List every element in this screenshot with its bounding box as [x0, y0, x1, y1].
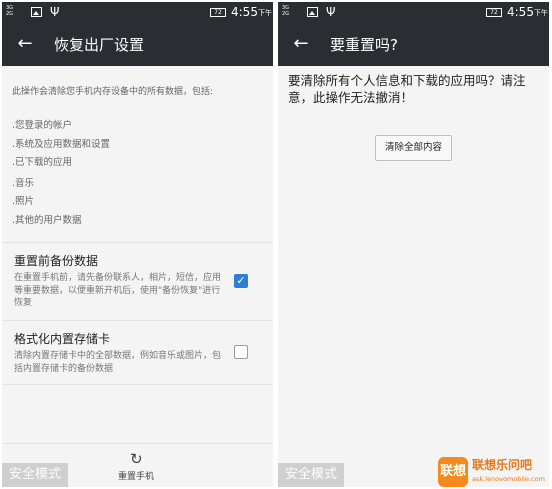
format-storage-checkbox[interactable]: [234, 345, 248, 359]
backup-option-subtitle: 在重置手机前，请先备份联系人，相片，短信，应用等重要数据，以便重新开机后，使用"…: [14, 273, 222, 308]
list-item: .已下载的应用: [12, 157, 73, 168]
clear-all-button[interactable]: 清除全部内容: [375, 135, 452, 161]
backup-checkbox[interactable]: ✓: [234, 274, 248, 288]
signal-icon: 3G 2G: [282, 5, 290, 17]
clock-ampm: 下午: [534, 9, 548, 17]
image-notification-icon: [307, 7, 318, 17]
watermark-url: ask.lenovomobile.com: [472, 475, 545, 483]
battery-icon: 72: [210, 8, 226, 17]
backup-option-row[interactable]: 重置前备份数据 在重置手机前，请先备份联系人，相片，短信，应用等重要数据，以便重…: [2, 242, 273, 320]
safe-mode-badge: 安全模式: [278, 463, 344, 487]
list-item: .音乐: [12, 178, 35, 189]
page-title: 要重置吗?: [330, 36, 398, 54]
status-bar: 3G 2G Ψ 72 4:55 下午: [2, 2, 273, 24]
usb-icon: Ψ: [326, 5, 336, 19]
clock-time: 4:55: [231, 5, 258, 19]
divider: [2, 384, 273, 385]
format-storage-subtitle: 清除内置存储卡中的全部数据，例如音乐或图片，包括内置存储卡的备份数据: [14, 351, 222, 374]
list-item: .照片: [12, 196, 35, 207]
list-item: .其他的用户数据: [12, 215, 82, 226]
clock-ampm: 下午: [258, 9, 272, 17]
lenovo-logo-icon: 联想: [438, 457, 468, 487]
lenovo-watermark: 联想 联想乐问吧 ask.lenovomobile.com: [438, 456, 552, 488]
confirm-message: 要清除所有个人信息和下载的应用吗？请注意，此操作无法撤消！: [288, 73, 526, 105]
safe-mode-badge: 安全模式: [2, 463, 68, 487]
confirm-reset-screen: 3G 2G Ψ 72 4:55 下午 ← 要重置吗? 要清除所有个人信息和下载的…: [278, 2, 549, 487]
back-arrow-icon[interactable]: ←: [14, 33, 36, 55]
reset-description: 此操作会清除您手机内存设备中的所有数据，包括:: [12, 87, 214, 97]
app-bar: ← 恢复出厂设置: [2, 24, 273, 66]
image-notification-icon: [31, 7, 42, 17]
battery-icon: 72: [486, 8, 502, 17]
usb-icon: Ψ: [50, 5, 60, 19]
format-storage-row[interactable]: 格式化内置存储卡 清除内置存储卡中的全部数据，例如音乐或图片，包括内置存储卡的备…: [2, 320, 273, 384]
list-item: .您登录的帐户: [12, 120, 73, 131]
list-item: .系统及应用数据和设置: [12, 139, 111, 150]
format-storage-title: 格式化内置存储卡: [14, 332, 111, 346]
refresh-icon[interactable]: ↻: [130, 450, 143, 468]
reset-phone-button[interactable]: 重置手机: [118, 472, 154, 483]
app-bar: ← 要重置吗?: [278, 24, 549, 66]
clock-time: 4:55: [507, 5, 534, 19]
backup-option-title: 重置前备份数据: [14, 254, 99, 268]
page-title: 恢复出厂设置: [54, 36, 145, 54]
factory-reset-screen: 3G 2G Ψ 72 4:55 下午 ← 恢复出厂设置 此操作会清除您手机内存设…: [2, 2, 273, 487]
back-arrow-icon[interactable]: ←: [290, 33, 312, 55]
watermark-title: 联想乐问吧: [472, 458, 533, 472]
signal-icon: 3G 2G: [6, 5, 14, 17]
status-bar: 3G 2G Ψ 72 4:55 下午: [278, 2, 549, 24]
